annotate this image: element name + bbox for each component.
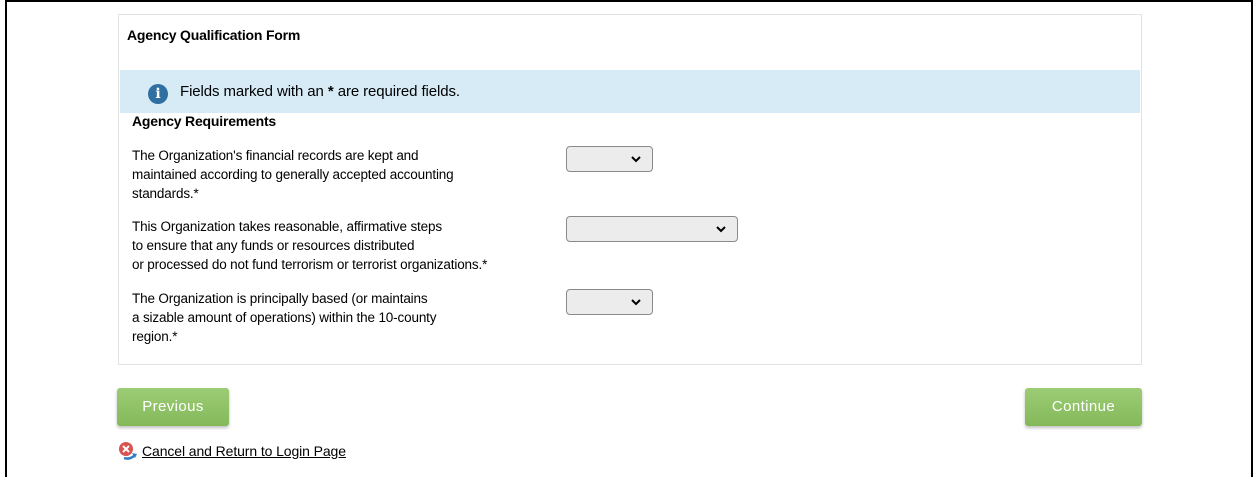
form-title: Agency Qualification Form [127, 27, 301, 43]
notice-text: Fields marked with an * are required fie… [180, 83, 460, 100]
terrorism-funding-select[interactable] [566, 216, 738, 242]
chevron-down-icon [631, 299, 641, 306]
question-terrorism-funding: This Organization takes reasonable, affi… [132, 219, 488, 272]
cancel-link[interactable]: Cancel and Return to Login Page [118, 441, 346, 461]
required-fields-notice: i Fields marked with an * are required f… [120, 70, 1140, 113]
chevron-down-icon [716, 226, 726, 233]
chevron-down-icon [631, 156, 641, 163]
question-financial-records: The Organization's financial records are… [132, 148, 454, 201]
qualification-form-card: Agency Qualification Form i Fields marke… [118, 14, 1142, 365]
question-principally-based: The Organization is principally based (o… [132, 291, 437, 344]
cancel-return-icon [118, 441, 140, 461]
cancel-label: Cancel and Return to Login Page [142, 443, 346, 459]
financial-records-select[interactable] [566, 146, 653, 172]
continue-button[interactable]: Continue [1025, 388, 1142, 426]
principally-based-select[interactable] [566, 289, 653, 315]
previous-button[interactable]: Previous [117, 388, 229, 426]
info-icon: i [148, 84, 168, 104]
section-title: Agency Requirements [132, 113, 277, 129]
